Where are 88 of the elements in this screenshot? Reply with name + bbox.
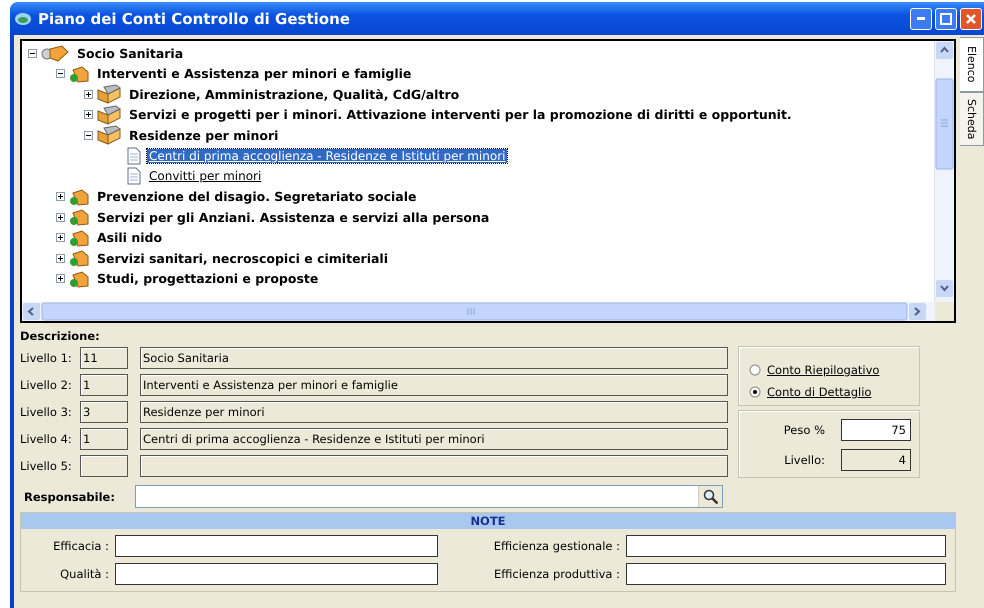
folder-icon xyxy=(70,66,88,82)
expand-button[interactable] xyxy=(56,212,65,222)
plus-icon xyxy=(57,193,64,200)
tree-item[interactable]: Prevenzione del disagio. Segretariato sociale xyxy=(95,189,418,204)
code-field xyxy=(80,454,128,476)
field-label: Livello 3: xyxy=(20,404,73,418)
level-field[interactable]: 4 xyxy=(841,449,911,471)
scrollbar-corner xyxy=(935,302,954,321)
tree-item[interactable]: Servizi e progetti per i minori. Attivazione interventi per la promozione di diritti e opportunit. xyxy=(127,107,794,122)
code-field: 1 xyxy=(80,374,128,396)
minimize-button[interactable] xyxy=(910,8,932,30)
plus-icon xyxy=(85,111,92,118)
note-field[interactable] xyxy=(115,563,438,585)
note-field[interactable] xyxy=(115,535,438,557)
minimize-icon xyxy=(917,17,925,20)
tree-item[interactable]: Convitti per minori xyxy=(147,169,264,184)
maximize-icon xyxy=(939,12,953,26)
horizontal-scrollbar[interactable] xyxy=(22,302,935,321)
side-tab[interactable]: Elenco xyxy=(960,37,984,92)
expand-button[interactable] xyxy=(56,233,65,242)
search-icon xyxy=(702,488,718,504)
vertical-scrollbar[interactable] xyxy=(934,41,954,302)
name-field: Residenze per minori xyxy=(140,400,728,422)
field-label: Livello 4: xyxy=(20,432,73,446)
folder-icon xyxy=(70,250,88,267)
field-label: Livello 5: xyxy=(20,458,73,472)
expand-button[interactable] xyxy=(84,90,93,99)
side-tab[interactable]: Scheda xyxy=(960,92,984,146)
document-icon xyxy=(128,147,140,164)
folder-icon xyxy=(98,126,121,146)
field-label: Livello 1: xyxy=(20,350,73,364)
collapse-button[interactable] xyxy=(56,69,65,78)
field-label: Efficacia : xyxy=(52,539,109,553)
collapse-button[interactable] xyxy=(28,48,37,58)
tree-item[interactable]: Residenze per minori xyxy=(127,128,280,143)
folder-icon xyxy=(70,210,88,226)
plus-icon xyxy=(57,234,64,242)
radio-option[interactable]: Conto di Dettaglio xyxy=(749,385,919,399)
search-button[interactable] xyxy=(698,486,722,507)
tree-item[interactable]: Direzione, Amministrazione, Qualità, CdG/altro xyxy=(127,86,462,102)
tree-item[interactable]: Servizi per gli Anziani. Assistenza e servizi alla persona xyxy=(95,210,492,225)
maximize-button[interactable] xyxy=(935,8,957,30)
folder-icon xyxy=(98,84,121,104)
code-field: 11 xyxy=(80,346,128,368)
folder-icon xyxy=(70,271,88,288)
field-label: Livello: xyxy=(783,453,825,467)
note-field[interactable] xyxy=(626,563,946,585)
code-field: 3 xyxy=(80,400,128,422)
close-icon xyxy=(964,12,978,26)
plus-icon xyxy=(57,275,64,282)
close-button[interactable] xyxy=(960,8,982,30)
folder-icon xyxy=(70,230,88,246)
expand-button[interactable] xyxy=(56,192,65,202)
plus-icon xyxy=(57,254,64,262)
name-field: Centri di prima accoglienza - Residenze e Istituti per minori xyxy=(140,428,728,450)
field-label: Efficienza produttiva : xyxy=(492,567,620,581)
field-label: Livello 2: xyxy=(20,378,73,392)
responsible-field[interactable] xyxy=(135,485,723,508)
tree-item[interactable]: Socio Sanitaria xyxy=(75,46,186,61)
plus-icon xyxy=(85,90,92,98)
expand-button[interactable] xyxy=(56,274,65,284)
radio-option[interactable]: Conto Riepilogativo xyxy=(749,363,919,377)
note-field[interactable] xyxy=(626,535,946,557)
folder-icon xyxy=(98,105,121,125)
name-field: Interventi e Assistenza per minori e famiglie xyxy=(140,374,728,396)
tree-item[interactable]: Servizi sanitari, necroscopici e cimiteriali xyxy=(95,250,390,266)
name-field: Socio Sanitaria xyxy=(140,346,728,368)
code-field: 1 xyxy=(80,428,128,450)
field-label: Responsabile: xyxy=(23,490,116,504)
folder-icon xyxy=(70,189,88,206)
section-label: Descrizione: xyxy=(20,329,101,343)
field-label: Peso % xyxy=(782,423,825,437)
field-label: Qualità : xyxy=(59,567,109,581)
field-label: Efficienza gestionale : xyxy=(492,539,620,553)
window-title: Piano dei Conti Controllo di Gestione xyxy=(38,10,350,28)
app-icon xyxy=(15,12,31,24)
collapse-button[interactable] xyxy=(84,130,93,140)
weight-field[interactable]: 75 xyxy=(841,419,911,441)
tree-item[interactable]: Centri di prima accoglienza - Residenze e Istituti per minori xyxy=(147,148,508,163)
expand-button[interactable] xyxy=(84,110,93,120)
tree-item[interactable]: Interventi e Assistenza per minori e famiglie xyxy=(95,66,414,82)
expand-button[interactable] xyxy=(56,254,65,263)
tree-item[interactable]: Studi, progettazioni e proposte xyxy=(95,271,320,286)
folder-icon xyxy=(42,46,69,62)
document-icon xyxy=(128,168,140,185)
plus-icon xyxy=(57,214,64,221)
section-header: NOTE xyxy=(21,513,955,529)
tree-item[interactable]: Asili nido xyxy=(95,230,164,246)
